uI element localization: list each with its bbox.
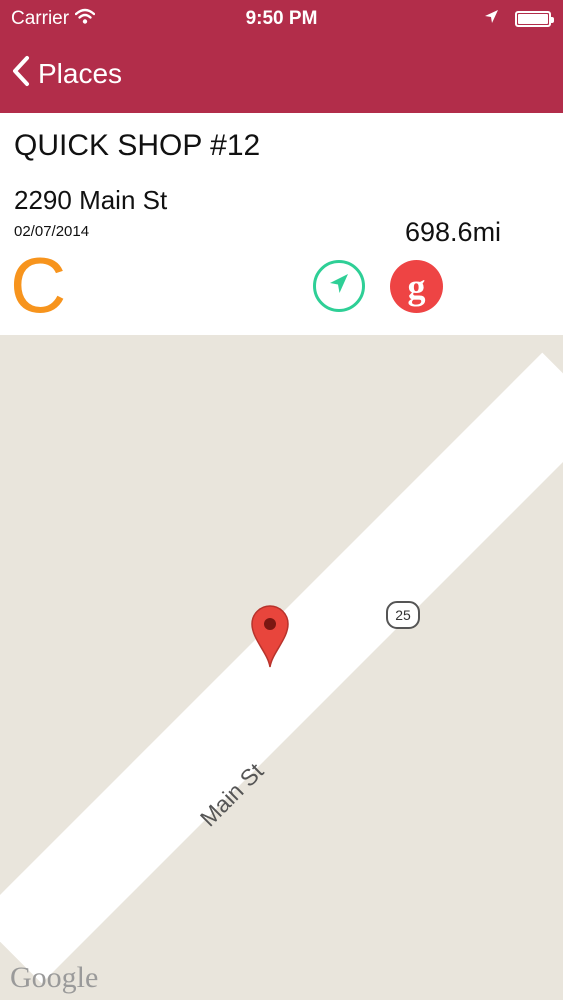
navigation-arrow-icon xyxy=(326,271,352,302)
map-pin-icon[interactable] xyxy=(249,603,291,674)
location-arrow-icon xyxy=(484,8,499,30)
status-bar: Carrier 9:50 PM xyxy=(0,0,563,38)
status-time: 9:50 PM xyxy=(245,8,318,29)
google-g-icon: g xyxy=(407,266,426,307)
battery-level xyxy=(518,14,548,24)
back-button-label: Places xyxy=(38,57,123,89)
place-address: 2290 Main St xyxy=(14,185,168,215)
inspection-date: 02/07/2014 xyxy=(14,223,90,240)
battery-tip xyxy=(551,17,554,23)
map-view[interactable]: Main St 25 Google xyxy=(0,335,563,1000)
navigation-header: Carrier 9:50 PM Places xyxy=(0,0,563,113)
status-right xyxy=(484,8,554,30)
place-distance: 698.6mi xyxy=(405,217,502,247)
battery-icon xyxy=(515,11,554,27)
google-search-button[interactable]: g xyxy=(390,260,443,313)
place-details: QUICK SHOP #12 2290 Main St 02/07/2014 6… xyxy=(0,113,563,335)
place-name: QUICK SHOP #12 xyxy=(14,129,261,162)
grade-letter: C xyxy=(10,241,67,329)
route-shield: 25 xyxy=(386,601,420,629)
google-attribution: Google xyxy=(10,961,99,994)
back-button[interactable]: Places xyxy=(12,55,122,92)
chevron-left-icon xyxy=(12,55,30,92)
navigate-button[interactable] xyxy=(313,260,365,312)
